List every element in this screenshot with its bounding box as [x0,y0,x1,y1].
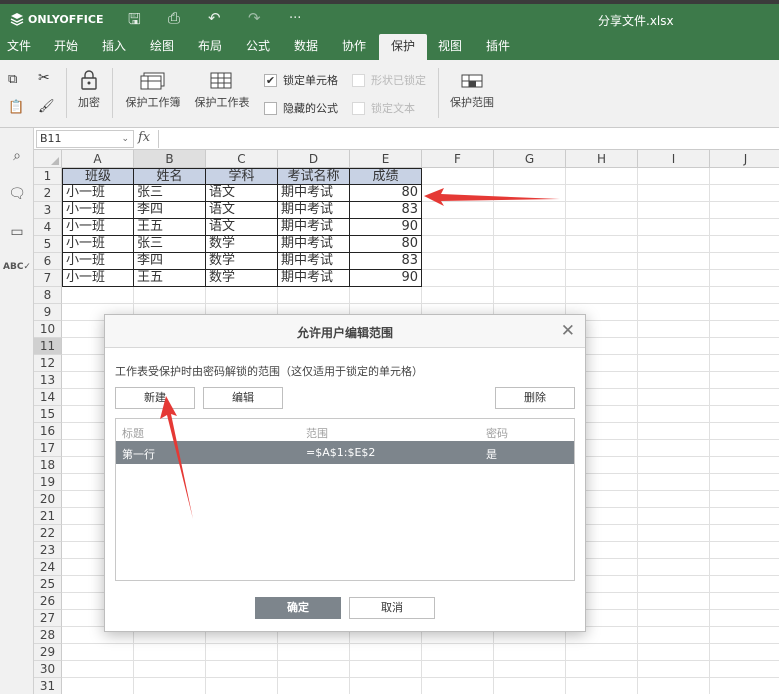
annotation-layer [160,188,560,519]
annotation-arrow-to-new-button [160,396,193,519]
annotation-arrow-to-score [424,188,560,206]
